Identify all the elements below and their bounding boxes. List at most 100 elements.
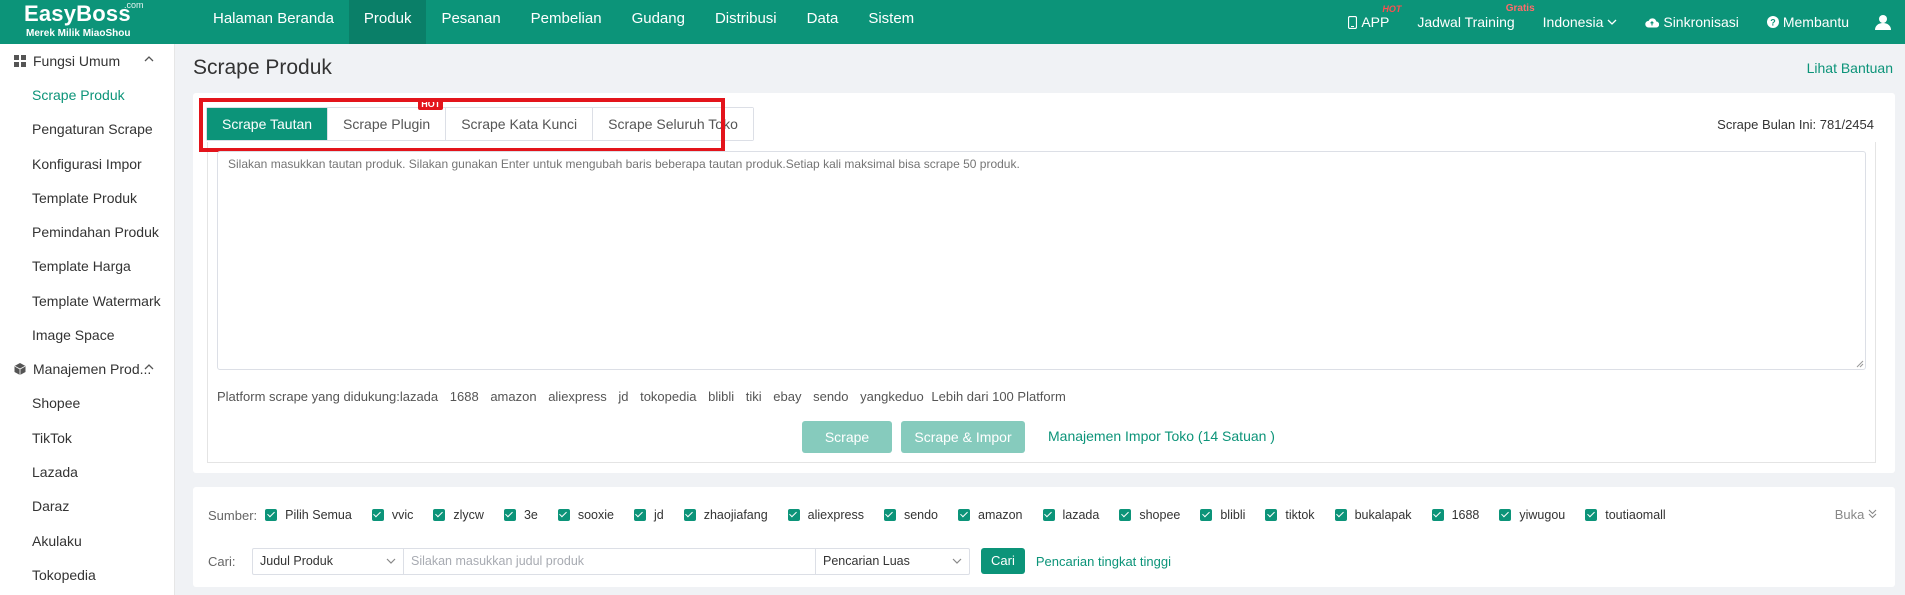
menu-item-sistem[interactable]: Sistem	[853, 0, 929, 44]
resize-grip-icon[interactable]	[1856, 360, 1864, 368]
menu-item-pembelian[interactable]: Pembelian	[516, 0, 617, 44]
menu-item-beranda[interactable]: Halaman Beranda	[198, 0, 349, 44]
source-checkbox[interactable]: zhaojiafang	[683, 508, 768, 522]
menu-item-data[interactable]: Data	[792, 0, 854, 44]
link-input-textarea[interactable]	[217, 151, 1866, 370]
sync-label: Sinkronisasi	[1663, 14, 1739, 30]
menu-item-distribusi[interactable]: Distribusi	[700, 0, 792, 44]
store-import-management-link[interactable]: Manajemen Impor Toko (14 Satuan )	[1048, 428, 1275, 444]
language-label: Indonesia	[1542, 14, 1604, 30]
search-field-select[interactable]: Judul Produk	[252, 547, 404, 575]
checkbox-label: sooxie	[577, 508, 614, 522]
help-button[interactable]: ? Membantu	[1766, 14, 1849, 30]
sidebar-item-template-produk[interactable]: Template Produk	[0, 181, 174, 215]
platforms-more: Lebih dari 100 Platform	[931, 389, 1066, 404]
menu-item-pesanan[interactable]: Pesanan	[426, 0, 515, 44]
search-label: Cari:	[208, 553, 236, 569]
checkbox-label: bukalapak	[1354, 508, 1412, 522]
language-dropdown[interactable]: Indonesia	[1543, 14, 1618, 30]
menu-item-produk[interactable]: Produk	[348, 0, 427, 44]
source-checkbox[interactable]: shopee	[1119, 508, 1180, 522]
checkbox-checked-icon	[787, 509, 800, 521]
double-chevron-down-icon	[1868, 509, 1877, 519]
user-icon	[1875, 15, 1891, 30]
advanced-search-link[interactable]: Pencarian tingkat tinggi	[1036, 554, 1171, 569]
sidebar-item-template-harga[interactable]: Template Harga	[0, 249, 174, 283]
search-mode-select[interactable]: Pencarian Luas	[816, 547, 970, 575]
checkbox-label: lazada	[1062, 508, 1100, 522]
checkbox-checked-icon	[265, 509, 278, 521]
source-checkbox[interactable]: bukalapak	[1334, 508, 1412, 522]
select-value: Pencarian Luas	[823, 554, 910, 568]
source-checkbox[interactable]: tiktok	[1265, 508, 1315, 522]
checkbox-checked-icon	[503, 509, 516, 521]
menu-item-gudang[interactable]: Gudang	[617, 0, 700, 44]
sync-button[interactable]: Sinkronisasi	[1645, 14, 1739, 30]
search-button[interactable]: Cari	[981, 548, 1025, 574]
source-checkbox[interactable]: lazada	[1042, 508, 1100, 522]
checkbox-label: 1688	[1451, 508, 1480, 522]
help-link[interactable]: Lihat Bantuan	[1807, 60, 1893, 76]
checkbox-label: jd	[653, 508, 664, 522]
platform-item: lazada	[399, 389, 439, 404]
source-checkbox[interactable]: sendo	[883, 508, 938, 522]
user-avatar[interactable]	[1875, 14, 1891, 30]
help-label: Membantu	[1782, 14, 1849, 30]
training-free-badge: Gratis	[1505, 3, 1535, 14]
top-navbar: EasyBoss .com Merek Milik MiaoShou Halam…	[0, 0, 1905, 44]
sidebar-group-label: Fungsi Umum	[33, 53, 121, 69]
sidebar-item-konfigurasi-impor[interactable]: Konfigurasi Impor	[0, 147, 174, 181]
source-checkbox[interactable]: toutiaomall	[1585, 508, 1666, 522]
sidebar-item-akulaku[interactable]: Akulaku	[0, 524, 174, 558]
source-checkbox[interactable]: vvic	[371, 508, 414, 522]
source-checkbox[interactable]: 3e	[503, 508, 538, 522]
app-hot-badge: HOT	[1382, 4, 1402, 14]
source-checkbox[interactable]: aliexpress	[787, 508, 864, 522]
logo[interactable]: EasyBoss .com Merek Milik MiaoShou	[0, 0, 190, 44]
checkbox-checked-icon	[1265, 509, 1278, 521]
svg-text:?: ?	[1770, 18, 1776, 28]
training-link[interactable]: Jadwal Training Gratis	[1417, 3, 1534, 30]
sidebar-item-template-watermark[interactable]: Template Watermark	[0, 284, 174, 318]
sidebar-group-manajemen-produk[interactable]: Manajemen Prod...	[0, 352, 174, 386]
sidebar-item-tokopedia[interactable]: Tokopedia	[0, 558, 174, 592]
checkbox-label: 3e	[523, 508, 538, 522]
source-checkbox[interactable]: zlycw	[433, 508, 484, 522]
sidebar-item-tiktok[interactable]: TikTok	[0, 421, 174, 455]
source-label: Sumber:	[208, 507, 258, 523]
checkbox-label: vvic	[391, 508, 414, 522]
checkbox-checked-icon	[883, 509, 896, 521]
expand-sources-toggle[interactable]: Buka	[1835, 507, 1877, 522]
source-checkbox[interactable]: jd	[633, 508, 664, 522]
checkbox-label: shopee	[1139, 508, 1181, 522]
checkbox-checked-icon	[371, 509, 384, 521]
app-link[interactable]: APP HOT	[1348, 4, 1401, 30]
sidebar-item-shopee[interactable]: Shopee	[0, 386, 174, 420]
checkbox-label: amazon	[978, 508, 1023, 522]
app-label: APP	[1361, 14, 1390, 30]
scrape-button[interactable]: Scrape	[802, 421, 892, 453]
checkbox-label: zhaojiafang	[703, 508, 768, 522]
platforms-label: Platform scrape yang didukung:	[217, 389, 400, 404]
platform-item: blibli	[708, 389, 735, 404]
sidebar-item-pengaturan-scrape[interactable]: Pengaturan Scrape	[0, 112, 174, 146]
source-checkbox[interactable]: blibli	[1200, 508, 1245, 522]
sidebar-item-image-space[interactable]: Image Space	[0, 318, 174, 352]
checkbox-label: tiktok	[1285, 508, 1315, 522]
source-checkbox[interactable]: 1688	[1431, 508, 1480, 522]
sidebar-item-lazada[interactable]: Lazada	[0, 455, 174, 489]
source-checkbox[interactable]: yiwugou	[1499, 508, 1565, 522]
sidebar-group-label: Manajemen Prod...	[33, 361, 152, 378]
sidebar-item-daraz[interactable]: Daraz	[0, 489, 174, 523]
platform-item: jd	[618, 389, 629, 404]
source-checkbox[interactable]: amazon	[958, 508, 1023, 522]
platform-item: sendo	[813, 389, 849, 404]
logo-brand: EasyBoss	[24, 1, 131, 26]
sidebar-group-fungsi-umum[interactable]: Fungsi Umum	[0, 44, 174, 78]
source-checkbox[interactable]: sooxie	[557, 508, 614, 522]
source-checkbox-all[interactable]: Pilih Semua	[265, 508, 352, 522]
sidebar-item-scrape-produk[interactable]: Scrape Produk	[0, 78, 174, 112]
scrape-import-button[interactable]: Scrape & Impor	[901, 421, 1025, 453]
search-input[interactable]: Silakan masukkan judul produk	[404, 547, 816, 575]
sidebar-item-pemindahan-produk[interactable]: Pemindahan Produk	[0, 215, 174, 249]
